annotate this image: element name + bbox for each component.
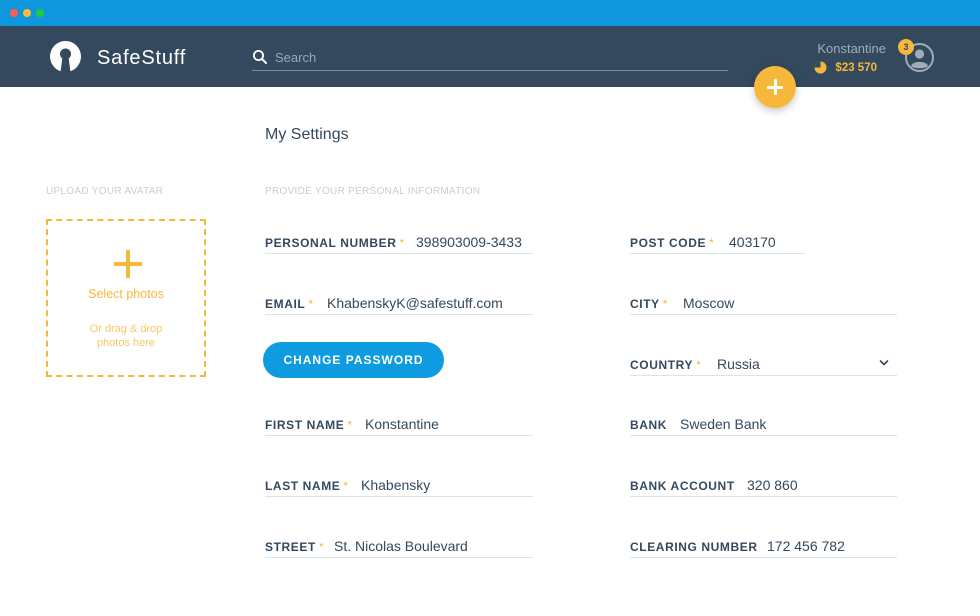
required-marker: * xyxy=(709,236,715,250)
country-label: COUNTRY * xyxy=(630,358,702,372)
city-field[interactable]: CITY * Moscow xyxy=(630,291,897,315)
personal-number-field[interactable]: PERSONAL NUMBER * 398903009-3433 xyxy=(265,230,533,254)
bank-field[interactable]: BANK Sweden Bank xyxy=(630,412,897,436)
first-name-value[interactable]: Konstantine xyxy=(365,416,439,432)
notification-badge[interactable]: 3 xyxy=(898,39,914,55)
street-label: STREET * xyxy=(265,540,325,554)
select-photos-link[interactable]: Select photos xyxy=(48,287,204,301)
drag-drop-hint-line-2: photos here xyxy=(96,337,156,349)
last-name-value[interactable]: Khabensky xyxy=(361,477,430,493)
clearing-number-field[interactable]: CLEARING NUMBER 172 456 782 xyxy=(630,534,897,558)
personal-number-label: PERSONAL NUMBER * xyxy=(265,236,405,250)
window-titlebar xyxy=(0,0,980,26)
clearing-number-value[interactable]: 172 456 782 xyxy=(767,538,845,554)
plus-icon xyxy=(114,250,142,278)
email-value[interactable]: KhabenskyK@safestuff.com xyxy=(327,295,503,311)
window-close-button[interactable] xyxy=(10,9,18,17)
search-bar[interactable] xyxy=(252,44,728,71)
window-maximize-button[interactable] xyxy=(36,9,44,17)
first-name-label: FIRST NAME * xyxy=(265,418,353,432)
keyhole-logo-icon[interactable] xyxy=(50,41,81,72)
drag-drop-hint: Or drag & drop photos here xyxy=(48,322,204,350)
required-marker: * xyxy=(696,358,702,372)
post-code-field[interactable]: POST CODE * 403170 xyxy=(630,230,805,254)
last-name-label: LAST NAME * xyxy=(265,479,349,493)
required-marker: * xyxy=(399,236,405,250)
app-header: SafeStuff Konstantine $23 570 3 xyxy=(0,26,980,87)
last-name-field[interactable]: LAST NAME * Khabensky xyxy=(265,473,533,497)
post-code-label: POST CODE * xyxy=(630,236,715,250)
chevron-down-icon[interactable] xyxy=(879,358,889,368)
bank-account-value[interactable]: 320 860 xyxy=(747,477,798,493)
required-marker: * xyxy=(662,297,669,311)
brand-name[interactable]: SafeStuff xyxy=(97,47,186,70)
info-section-label: PROVIDE YOUR PERSONAL INFORMATION xyxy=(265,186,481,197)
street-value[interactable]: St. Nicolas Boulevard xyxy=(334,538,468,554)
account-balance: $23 570 xyxy=(835,62,877,74)
bank-value[interactable]: Sweden Bank xyxy=(680,416,766,432)
page-title: My Settings xyxy=(265,126,349,143)
email-label: EMAIL * xyxy=(265,297,314,311)
personal-number-value[interactable]: 398903009-3433 xyxy=(416,234,522,250)
required-marker: * xyxy=(318,540,325,554)
post-code-value[interactable]: 403170 xyxy=(729,234,776,250)
bank-account-label: BANK ACCOUNT xyxy=(630,479,735,493)
street-field[interactable]: STREET * St. Nicolas Boulevard xyxy=(265,534,533,558)
required-marker: * xyxy=(308,297,314,311)
city-value[interactable]: Moscow xyxy=(683,295,734,311)
bank-label: BANK xyxy=(630,418,668,432)
search-input[interactable] xyxy=(275,47,715,67)
search-icon xyxy=(253,50,267,64)
avatar-section-label: UPLOAD YOUR AVATAR xyxy=(46,186,164,197)
city-label: CITY * xyxy=(630,297,669,311)
add-fab-button[interactable] xyxy=(754,66,796,108)
user-name[interactable]: Konstantine xyxy=(817,41,886,56)
required-marker: * xyxy=(343,479,349,493)
required-marker: * xyxy=(347,418,353,432)
change-password-button[interactable]: CHANGE PASSWORD xyxy=(263,342,444,378)
window-minimize-button[interactable] xyxy=(23,9,31,17)
coin-icon xyxy=(814,61,827,74)
first-name-field[interactable]: FIRST NAME * Konstantine xyxy=(265,412,533,436)
bank-account-field[interactable]: BANK ACCOUNT 320 860 xyxy=(630,473,897,497)
drag-drop-hint-line-1: Or drag & drop xyxy=(89,323,163,335)
email-field[interactable]: EMAIL * KhabenskyK@safestuff.com xyxy=(265,291,533,315)
country-value[interactable]: Russia xyxy=(717,356,760,372)
clearing-number-label: CLEARING NUMBER xyxy=(630,540,758,554)
country-select[interactable]: COUNTRY * Russia xyxy=(630,352,897,376)
avatar-upload-dropzone[interactable]: Select photos Or drag & drop photos here xyxy=(46,219,206,377)
